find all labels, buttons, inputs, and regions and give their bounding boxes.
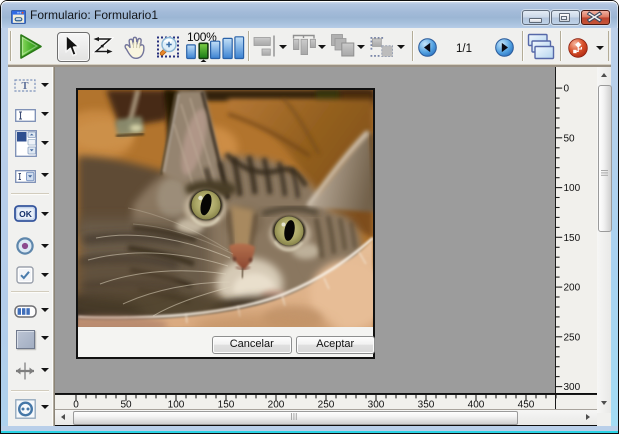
svg-text:250: 250 — [564, 332, 581, 343]
svg-text:50: 50 — [120, 399, 132, 408]
svg-text:350: 350 — [418, 399, 435, 408]
svg-text:200: 200 — [564, 283, 581, 294]
svg-text:0: 0 — [73, 399, 79, 408]
svg-text:300: 300 — [368, 399, 385, 408]
svg-text:150: 150 — [564, 233, 581, 244]
svg-text:150: 150 — [218, 399, 235, 408]
svg-text:400: 400 — [468, 399, 485, 408]
svg-text:250: 250 — [318, 399, 335, 408]
svg-text:100: 100 — [168, 399, 185, 408]
svg-text:200: 200 — [268, 399, 285, 408]
svg-text:T: T — [21, 81, 28, 92]
svg-text:0: 0 — [564, 84, 570, 95]
svg-text:50: 50 — [564, 133, 576, 144]
svg-text:300: 300 — [564, 382, 581, 393]
svg-text:450: 450 — [518, 399, 535, 408]
svg-text:100: 100 — [564, 183, 581, 194]
svg-text:OK: OK — [19, 209, 33, 219]
